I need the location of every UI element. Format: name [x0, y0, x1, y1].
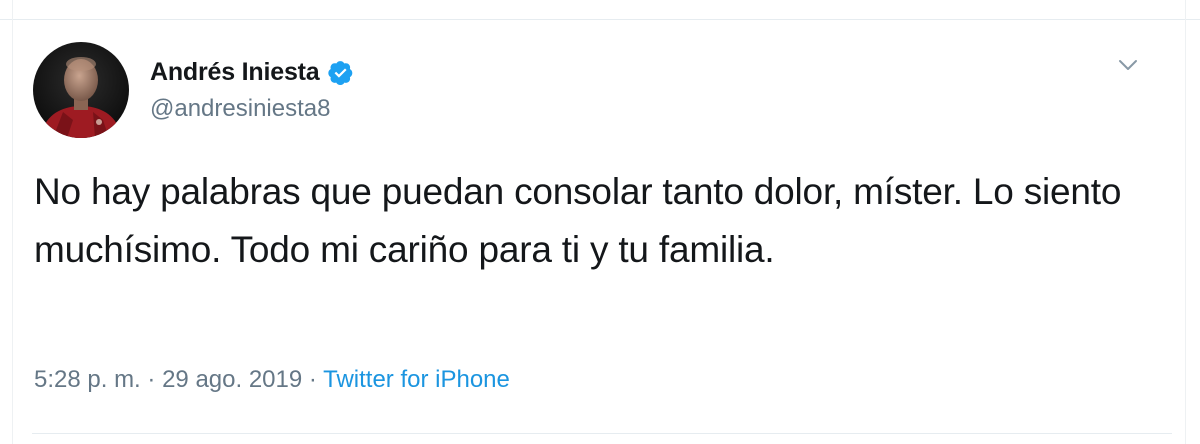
right-border	[1185, 0, 1186, 444]
bottom-divider	[32, 433, 1172, 434]
author-handle[interactable]: @andresiniesta8	[150, 95, 330, 123]
tweet-meta: 5:28 p. m. · 29 ago. 2019 · Twitter for …	[34, 366, 510, 394]
meta-separator: ·	[147, 366, 156, 393]
tweet-text: No hay palabras que puedan consolar tant…	[34, 171, 1122, 270]
tweet-time[interactable]: 5:28 p. m.	[34, 366, 141, 393]
author-name-row[interactable]: Andrés Iniesta	[150, 55, 354, 89]
avatar[interactable]	[33, 42, 129, 138]
tweet-card: Andrés Iniesta @andresiniesta8 No hay pa…	[0, 0, 1200, 444]
author-display-name[interactable]: Andrés Iniesta	[150, 58, 320, 87]
verified-badge-icon	[327, 59, 354, 86]
chevron-down-icon[interactable]	[1115, 52, 1141, 78]
meta-separator: ·	[308, 366, 317, 393]
left-border	[12, 0, 13, 444]
avatar-photo-icon	[33, 42, 129, 138]
tweet-date[interactable]: 29 ago. 2019	[162, 366, 302, 393]
tweet-source-link[interactable]: Twitter for iPhone	[323, 366, 510, 393]
top-divider	[0, 0, 1200, 20]
